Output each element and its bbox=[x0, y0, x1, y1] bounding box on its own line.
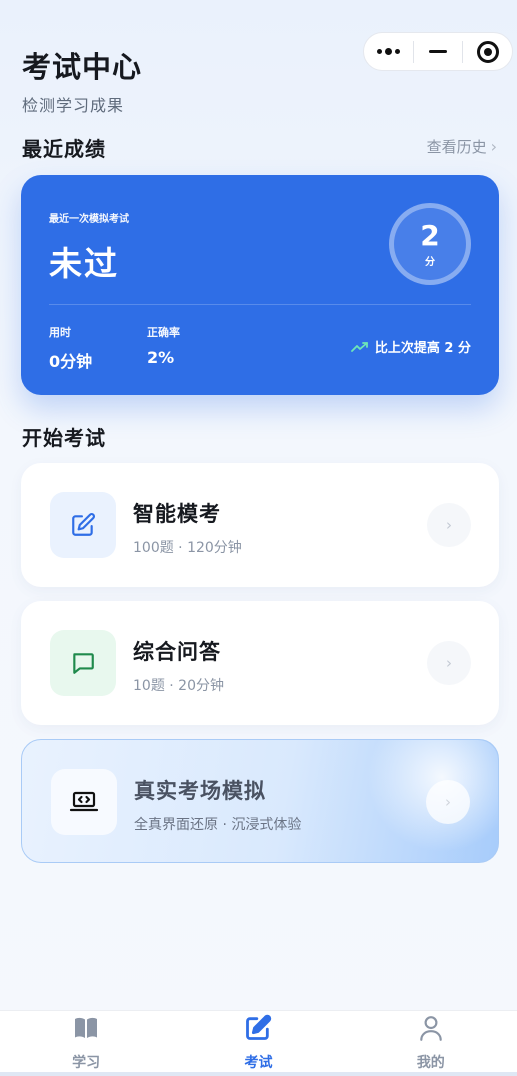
tab-exam[interactable]: 考试 bbox=[172, 1011, 344, 1072]
laptop-code-icon bbox=[69, 791, 99, 812]
chevron-right-icon[interactable]: › bbox=[427, 641, 471, 685]
minimize-button[interactable] bbox=[414, 33, 463, 70]
exam-card-qa[interactable]: 综合问答 10题 · 20分钟 › bbox=[21, 601, 499, 725]
page-title: 考试中心 bbox=[22, 50, 143, 84]
view-history-link[interactable]: 查看历史 › bbox=[427, 136, 497, 157]
stat-accuracy-value: 2% bbox=[147, 348, 175, 367]
more-dots-icon bbox=[376, 48, 400, 55]
stat-accuracy-label: 正确率 bbox=[147, 326, 180, 339]
edit-icon bbox=[72, 513, 95, 536]
tab-study-label: 学习 bbox=[72, 1055, 101, 1071]
view-history-label: 查看历史 bbox=[426, 138, 487, 156]
exam-name: 智能模考 bbox=[133, 502, 221, 526]
score-result: 未过 bbox=[49, 244, 119, 283]
exam-name: 真实考场模拟 bbox=[134, 779, 266, 803]
recent-score-card[interactable]: 最近一次模拟考试 未过 2 分 用时 0分钟 正确率 2% 比上次提高 2 分 bbox=[21, 175, 499, 395]
bottom-tab-bar: 学习 考试 我的 bbox=[0, 1010, 517, 1072]
score-card-label: 最近一次模拟考试 bbox=[49, 214, 129, 225]
card-glow bbox=[338, 740, 498, 864]
start-section-title: 开始考试 bbox=[22, 426, 106, 450]
bottom-edge bbox=[0, 1072, 517, 1076]
tab-mine[interactable]: 我的 bbox=[345, 1011, 517, 1072]
score-card-divider bbox=[49, 304, 471, 305]
user-icon bbox=[420, 1015, 442, 1041]
close-miniprogram-button[interactable] bbox=[463, 33, 512, 70]
chevron-right-icon[interactable]: › bbox=[426, 780, 470, 824]
trend-text: 比上次提高 2 分 bbox=[374, 341, 471, 356]
stat-time: 用时 0分钟 bbox=[49, 324, 92, 372]
tab-study[interactable]: 学习 bbox=[0, 1011, 172, 1072]
exam-icon-box bbox=[51, 769, 117, 835]
stat-time-value: 0分钟 bbox=[49, 352, 93, 371]
score-trend: 比上次提高 2 分 bbox=[350, 337, 471, 356]
exam-icon-box bbox=[50, 630, 116, 696]
exam-card-smart-mock[interactable]: 智能模考 100题 · 120分钟 › bbox=[21, 463, 499, 587]
exam-meta: 全真界面还原 · 沉浸式体验 bbox=[134, 817, 302, 833]
chevron-right-icon[interactable]: › bbox=[427, 503, 471, 547]
exam-meta: 10题 · 20分钟 bbox=[133, 678, 224, 694]
recent-section-title: 最近成绩 bbox=[22, 137, 106, 161]
exam-meta: 100题 · 120分钟 bbox=[133, 540, 242, 556]
chat-icon bbox=[73, 653, 94, 674]
trending-up-icon bbox=[350, 341, 368, 352]
exam-center-page: 考试中心 检测学习成果 最近成绩 查看历史 › 最近一次模拟考试 未过 2 分 … bbox=[0, 0, 517, 1076]
minimize-icon bbox=[429, 50, 447, 53]
close-target-icon bbox=[476, 40, 499, 63]
tab-exam-label: 考试 bbox=[244, 1055, 273, 1071]
exam-icon-box bbox=[50, 492, 116, 558]
miniprogram-capsule bbox=[363, 32, 513, 71]
score-unit: 分 bbox=[425, 256, 435, 268]
stat-time-label: 用时 bbox=[49, 326, 71, 339]
page-subtitle: 检测学习成果 bbox=[22, 96, 125, 115]
tab-mine-label: 我的 bbox=[416, 1055, 445, 1071]
exam-card-real-simulation[interactable]: 真实考场模拟 全真界面还原 · 沉浸式体验 › bbox=[21, 739, 499, 864]
chevron-right-icon: › bbox=[490, 137, 497, 156]
stat-accuracy: 正确率 2% bbox=[147, 324, 180, 367]
score-value: 2 bbox=[420, 218, 440, 252]
book-icon bbox=[75, 1017, 98, 1038]
exam-name: 综合问答 bbox=[133, 640, 221, 664]
exam-edit-icon bbox=[246, 1014, 272, 1040]
more-button[interactable] bbox=[364, 33, 413, 70]
score-ring: 2 分 bbox=[389, 203, 471, 285]
